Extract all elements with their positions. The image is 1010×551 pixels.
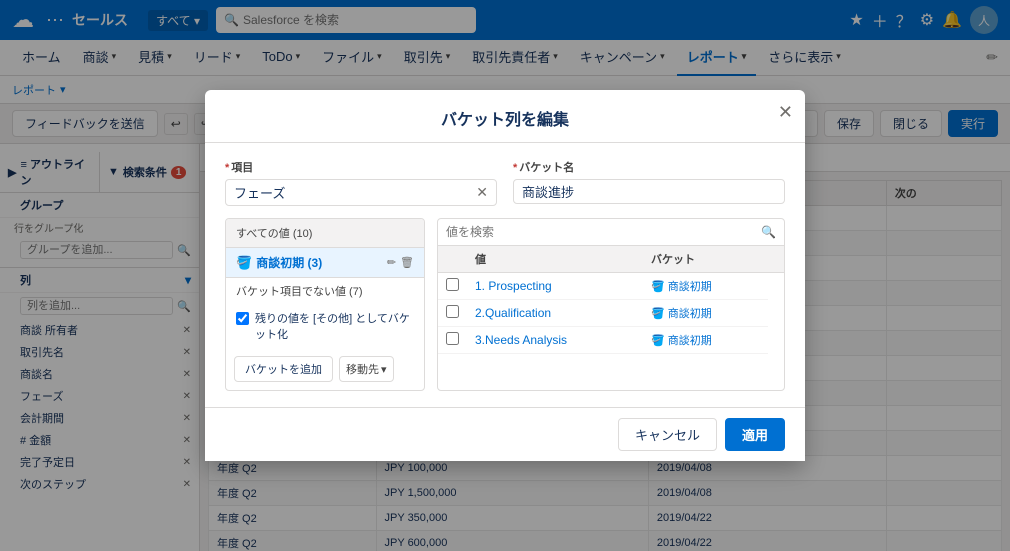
bucket-tag-label: 商談初期 — [668, 332, 712, 348]
modal-content-row: すべての値 (10) 🪣 商談初期 (3) ✏ 🗑 バケット項目でない値 (7) — [225, 218, 785, 391]
bucket-icon: 🪣 — [236, 255, 252, 271]
modal-item-input-wrap[interactable]: ✕ — [225, 179, 497, 206]
add-bucket-button[interactable]: バケットを追加 — [234, 356, 333, 382]
modal-bucket-name-input[interactable] — [522, 184, 776, 199]
modal-value-search-input[interactable] — [446, 225, 757, 239]
move-to-dropdown[interactable]: 移動先 ▾ — [339, 356, 394, 382]
bucket-edit-icon[interactable]: ✏ — [387, 256, 396, 269]
col-checkbox-header — [438, 246, 467, 273]
modal-bucket-name-input-wrap[interactable] — [513, 179, 785, 204]
cell-row-checkbox[interactable] — [438, 300, 467, 327]
cell-value: 2.Qualification — [467, 300, 643, 327]
row-checkbox[interactable] — [446, 332, 459, 345]
modal-search-icon: 🔍 — [761, 225, 776, 239]
bucket-tag-icon: 🪣 — [651, 334, 665, 347]
modal-all-values-header: すべての値 (10) — [226, 219, 424, 248]
cell-bucket: 🪣 商談初期 — [643, 273, 768, 300]
cell-bucket: 🪣 商談初期 — [643, 300, 768, 327]
modal-values-table: 値 バケット 1. Prospecting 🪣 商談初期 — [438, 246, 784, 390]
modal-table-row: 1. Prospecting 🪣 商談初期 — [438, 273, 784, 300]
apply-button[interactable]: 適用 — [725, 418, 785, 451]
modal-checkbox-row: 残りの値を [その他] としてバケット化 — [226, 304, 424, 348]
modal-close-button[interactable]: ✕ — [778, 102, 793, 123]
move-to-label: 移動先 — [346, 361, 379, 377]
modal-dialog: バケット列を編集 ✕ 項目 ✕ バケット名 — [205, 90, 805, 461]
row-checkbox[interactable] — [446, 305, 459, 318]
modal-title: バケット列を編集 — [225, 106, 785, 130]
row-checkbox[interactable] — [446, 278, 459, 291]
modal-item-field: 項目 ✕ — [225, 159, 497, 206]
move-to-arrow-icon: ▾ — [381, 363, 387, 376]
cell-value: 3.Needs Analysis — [467, 327, 643, 354]
modal-bucket-name-field: バケット名 — [513, 159, 785, 206]
cell-bucket: 🪣 商談初期 — [643, 327, 768, 354]
modal-header: バケット列を編集 ✕ — [205, 90, 805, 143]
modal-right-search-bar[interactable]: 🔍 — [438, 219, 784, 246]
modal-item-label: 項目 — [225, 159, 497, 175]
cancel-button[interactable]: キャンセル — [618, 418, 717, 451]
bucket-tag-icon: 🪣 — [651, 280, 665, 293]
col-bucket-header: バケット — [643, 246, 768, 273]
modal-left-bottom: バケットを追加 移動先 ▾ — [226, 348, 424, 390]
bucket-actions: ✏ 🗑 — [387, 256, 414, 269]
bucket-name-label: 🪣 商談初期 (3) — [236, 254, 322, 271]
bucket-tag-icon: 🪣 — [651, 307, 665, 320]
modal-body: 項目 ✕ バケット名 すべての値 (10) — [205, 143, 805, 407]
modal-table-row: 2.Qualification 🪣 商談初期 — [438, 300, 784, 327]
modal-bucket-item[interactable]: 🪣 商談初期 (3) ✏ 🗑 — [226, 248, 424, 278]
bucket-others-checkbox[interactable] — [236, 312, 249, 325]
modal-bucket-name-label: バケット名 — [513, 159, 785, 175]
values-table: 値 バケット 1. Prospecting 🪣 商談初期 — [438, 246, 784, 354]
bucket-tag-label: 商談初期 — [668, 278, 712, 294]
modal-overlay: バケット列を編集 ✕ 項目 ✕ バケット名 — [0, 0, 1010, 551]
modal-item-clear-icon[interactable]: ✕ — [476, 184, 488, 201]
cell-row-checkbox[interactable] — [438, 273, 467, 300]
bucket-delete-icon[interactable]: 🗑 — [400, 256, 414, 269]
bucket-others-label: 残りの値を [その他] としてバケット化 — [255, 310, 414, 342]
col-value-header: 値 — [467, 246, 643, 273]
modal-table-row: 3.Needs Analysis 🪣 商談初期 — [438, 327, 784, 354]
cell-row-checkbox[interactable] — [438, 327, 467, 354]
bucket-tag-label: 商談初期 — [668, 305, 712, 321]
modal-item-input[interactable] — [234, 185, 472, 200]
modal-right-panel: 🔍 値 バケット — [437, 218, 785, 391]
non-bucket-text: バケット項目でない値 (7) — [226, 278, 424, 304]
col-scroll-header — [768, 246, 784, 273]
cell-value: 1. Prospecting — [467, 273, 643, 300]
modal-left-panel: すべての値 (10) 🪣 商談初期 (3) ✏ 🗑 バケット項目でない値 (7) — [225, 218, 425, 391]
modal-field-row: 項目 ✕ バケット名 — [225, 159, 785, 206]
modal-footer: キャンセル 適用 — [205, 407, 805, 461]
